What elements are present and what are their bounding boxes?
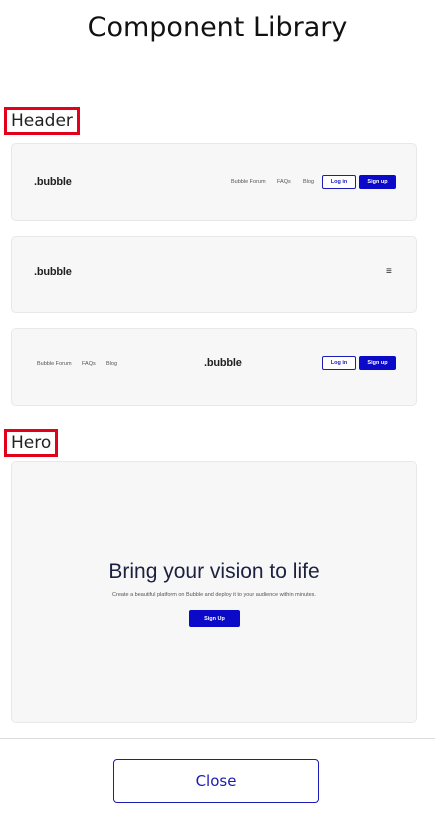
hero-signup-button[interactable]: Sign Up xyxy=(189,610,240,627)
header-component-1[interactable]: .bubble Bubble Forum FAQs Blog Log in Si… xyxy=(11,143,417,221)
close-button[interactable]: Close xyxy=(113,759,319,803)
nav-link-faqs[interactable]: FAQs xyxy=(82,361,96,367)
logo: .bubble xyxy=(204,357,242,369)
page-title: Component Library xyxy=(87,12,348,43)
logo: .bubble xyxy=(34,266,72,278)
footer-divider xyxy=(0,738,435,739)
signup-button[interactable]: Sign up xyxy=(359,356,396,370)
header-component-3[interactable]: Bubble Forum FAQs Blog .bubble Log in Si… xyxy=(11,328,417,406)
login-button[interactable]: Log in xyxy=(322,356,356,370)
header-component-2[interactable]: .bubble ≡ xyxy=(11,236,417,313)
section-label-header: Header xyxy=(4,107,80,135)
nav-link-faqs[interactable]: FAQs xyxy=(277,179,291,185)
hero-headline: Bring your vision to life xyxy=(108,560,320,583)
nav-link-forum[interactable]: Bubble Forum xyxy=(231,179,266,185)
hero-component[interactable]: Bring your vision to life Create a beaut… xyxy=(11,461,417,723)
nav-link-forum[interactable]: Bubble Forum xyxy=(37,361,72,367)
login-button[interactable]: Log in xyxy=(322,175,356,189)
section-label-hero: Hero xyxy=(4,429,59,457)
hero-subtext: Create a beautiful platform on Bubble an… xyxy=(112,592,316,598)
logo: .bubble xyxy=(34,176,72,188)
nav-link-blog[interactable]: Blog xyxy=(303,179,314,185)
nav-link-blog[interactable]: Blog xyxy=(106,361,117,367)
signup-button[interactable]: Sign up xyxy=(359,175,396,189)
hamburger-icon[interactable]: ≡ xyxy=(386,267,392,277)
